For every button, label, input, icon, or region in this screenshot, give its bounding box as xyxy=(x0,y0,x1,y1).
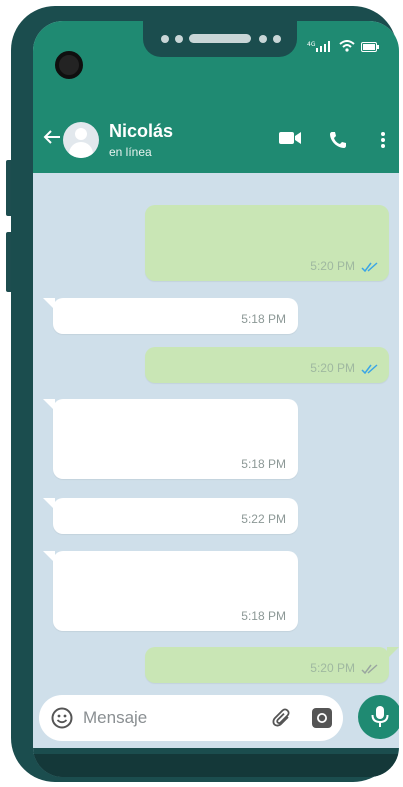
bubble-tail xyxy=(43,551,55,563)
voice-call-icon[interactable] xyxy=(329,131,347,154)
read-ticks-icon xyxy=(361,364,378,374)
battery-icon xyxy=(361,39,379,57)
message-incoming[interactable]: 5:18 PM xyxy=(43,551,298,631)
notch-dot xyxy=(273,35,281,43)
message-outgoing[interactable]: 5:20 PM xyxy=(145,205,389,281)
message-time: 5:20 PM xyxy=(310,259,355,273)
message-composer xyxy=(39,695,343,741)
navigation-bar-inner xyxy=(33,754,399,777)
message-time: 5:18 PM xyxy=(241,609,286,623)
delivered-ticks-icon xyxy=(361,664,378,674)
attach-icon[interactable] xyxy=(271,707,293,734)
notch-dot xyxy=(175,35,183,43)
message-incoming[interactable]: 5:18 PM xyxy=(43,298,298,334)
bubble-tail xyxy=(387,647,399,659)
message-incoming[interactable]: 5:18 PM xyxy=(43,399,298,479)
message-time: 5:18 PM xyxy=(241,457,286,471)
read-ticks-icon xyxy=(361,262,378,272)
mic-icon xyxy=(371,706,389,727)
signal-icon: 4G xyxy=(307,39,333,57)
contact-name[interactable]: Nicolás xyxy=(109,121,173,142)
message-outgoing[interactable]: 5:20 PM xyxy=(145,647,399,683)
video-call-icon[interactable] xyxy=(279,131,301,150)
back-arrow-icon[interactable] xyxy=(43,129,61,149)
front-camera xyxy=(55,51,83,79)
phone-frame: 4G Nicolás en línea 5:20 PM 5:18 PM 5:20… xyxy=(11,6,399,782)
avatar-head xyxy=(75,128,87,140)
speaker-grille xyxy=(189,34,251,43)
avatar[interactable] xyxy=(63,122,99,158)
wifi-icon xyxy=(339,39,355,57)
camera-icon[interactable] xyxy=(311,707,333,734)
message-outgoing[interactable]: 5:20 PM xyxy=(145,347,389,383)
mic-button[interactable] xyxy=(358,695,399,739)
more-options-icon[interactable] xyxy=(380,131,386,154)
svg-text:4G: 4G xyxy=(307,41,316,48)
message-time: 5:20 PM xyxy=(310,361,355,375)
bubble-tail xyxy=(43,298,55,310)
avatar-body xyxy=(69,142,93,158)
message-time: 5:18 PM xyxy=(241,312,286,326)
screen: 4G Nicolás en línea 5:20 PM 5:18 PM 5:20… xyxy=(33,21,399,777)
status-bar: 4G xyxy=(307,39,379,57)
message-incoming[interactable]: 5:22 PM xyxy=(43,498,298,534)
notch-dot xyxy=(259,35,267,43)
notch-dot xyxy=(161,35,169,43)
navigation-bar xyxy=(33,748,399,777)
chat-header: 4G Nicolás en línea xyxy=(33,21,399,173)
message-input[interactable] xyxy=(83,705,243,731)
contact-status: en línea xyxy=(109,145,152,159)
bubble-tail xyxy=(43,399,55,411)
message-time: 5:20 PM xyxy=(310,661,355,675)
bubble-tail xyxy=(43,498,55,510)
emoji-icon[interactable] xyxy=(51,707,73,734)
message-time: 5:22 PM xyxy=(241,512,286,526)
notch xyxy=(143,21,297,57)
